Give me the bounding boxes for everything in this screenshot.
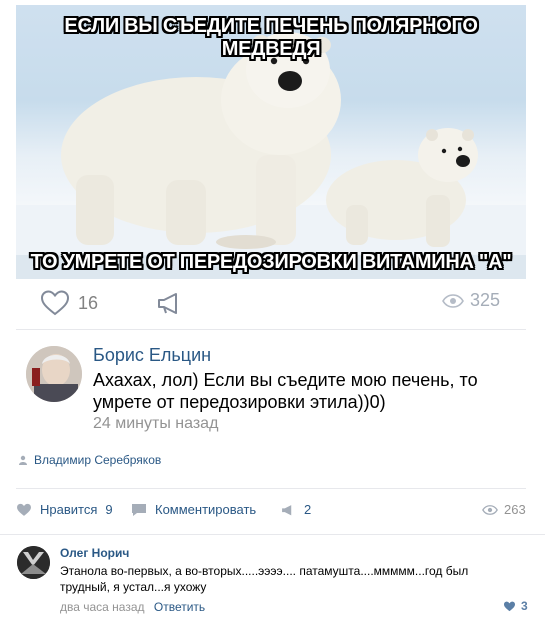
comment-time[interactable]: 24 минуты назад: [93, 415, 218, 433]
views-indicator: 263: [482, 502, 526, 517]
share-count: 2: [304, 502, 312, 517]
share-button[interactable]: [156, 290, 184, 316]
eye-icon: [482, 504, 498, 515]
views-count: 325: [470, 290, 501, 310]
meme-caption-bottom: ТО УМРЕТЕ ОТ ПЕРЕДОЗИРОВКИ ВИТАМИНА "А": [30, 251, 512, 273]
comment-button[interactable]: Комментировать: [131, 502, 256, 517]
user-icon: [19, 455, 27, 465]
post-image[interactable]: ЕСЛИ ВЫ СЪЕДИТЕ ПЕЧЕНЬ ПОЛЯРНОГО МЕДВЕДЯ…: [16, 5, 526, 279]
like-label: Нравится: [40, 502, 98, 517]
reply-time[interactable]: два часа назад: [60, 600, 145, 614]
reply-meta: два часа назад Ответить: [60, 600, 205, 614]
repost-actions: Нравится 9 Комментировать 2 263: [16, 500, 528, 522]
divider: [16, 329, 526, 330]
comment-icon: [132, 503, 146, 516]
views-indicator: 325: [442, 290, 500, 311]
heart-icon: [504, 601, 515, 611]
heart-icon: [17, 503, 31, 516]
post-actions: 16 325: [40, 290, 510, 316]
avatar[interactable]: [17, 546, 50, 579]
reply-text: Этанола во-первых, а во-вторых.....ээээ.…: [60, 564, 469, 594]
comment-text: Ахахах, лол) Если вы съедите мою печень,…: [93, 370, 478, 412]
avatar[interactable]: [26, 346, 82, 402]
divider: [0, 534, 545, 535]
reposter-name: Владимир Серебряков: [34, 453, 162, 467]
megaphone-icon: [158, 293, 177, 314]
meme-caption-top: ЕСЛИ ВЫ СЪЕДИТЕ ПЕЧЕНЬ ПОЛЯРНОГО МЕДВЕДЯ: [64, 15, 478, 60]
like-button[interactable]: Нравится 9: [16, 502, 113, 517]
comment-author[interactable]: Борис Ельцин: [93, 345, 211, 366]
megaphone-icon: [282, 504, 292, 515]
like-count: 9: [105, 502, 113, 517]
reply-author[interactable]: Олег Норич: [60, 546, 129, 560]
like-count: 16: [78, 292, 99, 313]
like-button[interactable]: 16: [40, 290, 98, 316]
share-button[interactable]: 2: [280, 502, 311, 517]
heart-icon: [40, 290, 70, 316]
comment-label: Комментировать: [155, 502, 257, 517]
views-count: 263: [504, 502, 526, 517]
eye-icon: [442, 293, 464, 308]
reply-like-button[interactable]: 3: [503, 599, 528, 613]
reply-like-count: 3: [521, 599, 528, 613]
divider: [16, 488, 526, 489]
reply-button[interactable]: Ответить: [154, 600, 205, 614]
reposted-by[interactable]: Владимир Серебряков: [18, 453, 161, 467]
